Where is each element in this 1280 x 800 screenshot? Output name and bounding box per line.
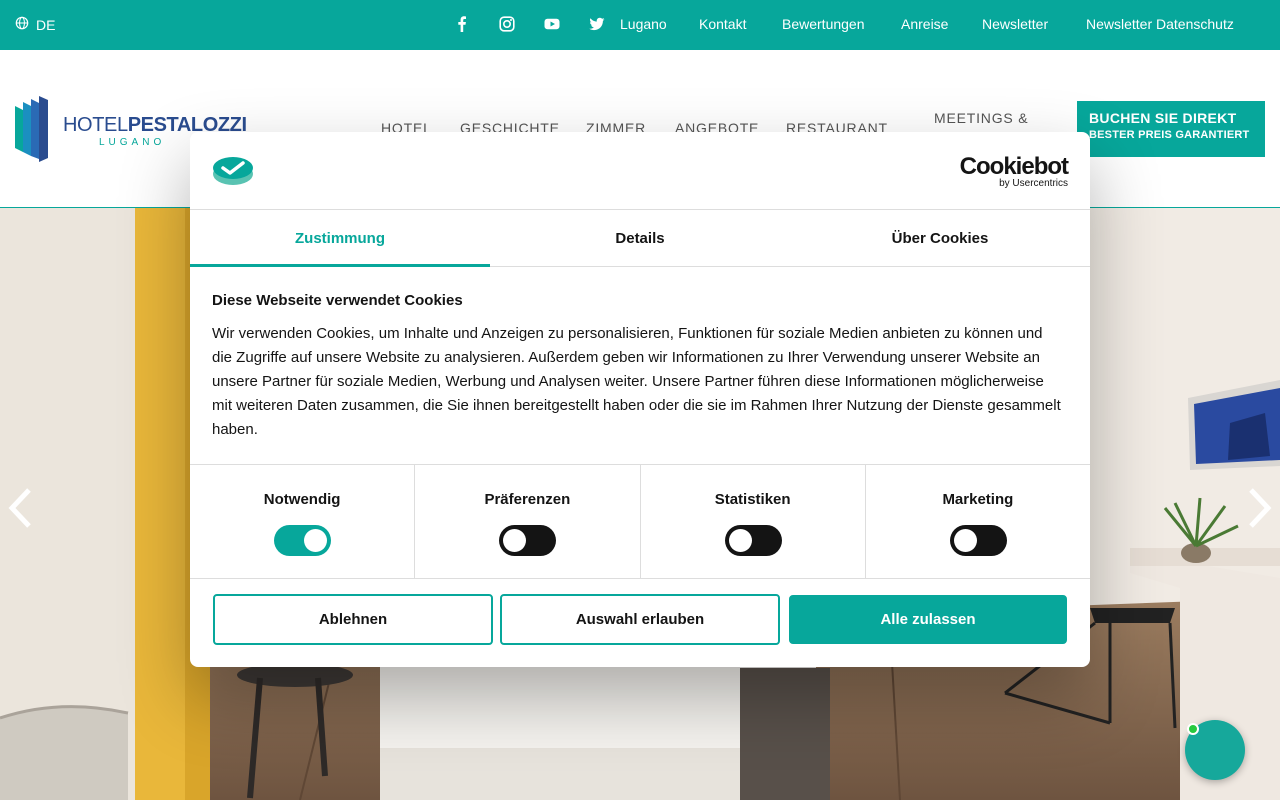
toplink-anreise[interactable]: Anreise	[901, 16, 948, 32]
category-label: Notwendig	[263, 491, 341, 508]
dialog-tabs: Zustimmung Details Über Cookies	[190, 210, 1090, 267]
toggle-knob	[304, 529, 328, 552]
twitter-icon[interactable]	[587, 14, 607, 34]
toggle-knob	[728, 529, 752, 552]
youtube-icon[interactable]	[542, 14, 562, 34]
tab-details[interactable]: Details	[490, 210, 790, 266]
site-cookie-logo	[213, 157, 253, 185]
category-praeferenzen: Präferenzen	[415, 465, 641, 578]
hotel-logo[interactable]: HOTELPESTALOZZI LUGANO	[15, 96, 247, 162]
globe-icon	[15, 16, 29, 33]
dialog-description: Wir verwenden Cookies, um Inhalte und An…	[212, 325, 1061, 438]
language-switcher[interactable]: DE	[15, 16, 55, 33]
deny-button[interactable]: Ablehnen	[213, 594, 493, 645]
cookie-consent-dialog: Cookiebot by Usercentrics Zustimmung Det…	[190, 132, 1090, 667]
cookie-categories: Notwendig Präferenzen Statistiken Market…	[190, 464, 1090, 579]
toggle-knob	[503, 529, 527, 552]
toplink-bewertungen[interactable]: Bewertungen	[782, 16, 865, 32]
logo-city: LUGANO	[99, 137, 166, 148]
dialog-header: Cookiebot by Usercentrics	[190, 132, 1090, 210]
nav-meetings[interactable]: MEETINGS &	[934, 110, 1028, 126]
allow-all-button[interactable]: Alle zulassen	[789, 595, 1067, 644]
book-button-label: BUCHEN SIE DIREKT	[1089, 110, 1237, 126]
logo-mark	[15, 96, 48, 162]
cookiebot-name: Cookiebot	[959, 153, 1069, 180]
chat-status-indicator	[1187, 723, 1199, 735]
tab-ueber-cookies[interactable]: Über Cookies	[790, 210, 1090, 266]
top-bar: DE Lugano Kontakt Bewertungen Anreise Ne…	[0, 0, 1280, 50]
toggle-marketing[interactable]	[949, 525, 1007, 556]
category-label: Marketing	[942, 491, 1014, 508]
dialog-body: Diese Webseite verwendet Cookies Wir ver…	[212, 292, 1062, 442]
book-direct-button[interactable]: BUCHEN SIE DIREKT BESTER PREIS GARANTIER…	[1077, 101, 1265, 157]
toplink-newsletter-datenschutz[interactable]: Newsletter Datenschutz	[1086, 16, 1234, 32]
allow-selection-button[interactable]: Auswahl erlauben	[500, 594, 780, 645]
category-marketing: Marketing	[866, 465, 1090, 578]
language-label: DE	[36, 16, 56, 33]
instagram-icon[interactable]	[497, 14, 517, 34]
category-notwendig: Notwendig	[190, 465, 416, 578]
dialog-title: Diese Webseite verwendet Cookies	[212, 292, 463, 309]
category-statistiken: Statistiken	[641, 465, 866, 578]
toggle-notwendig[interactable]	[274, 525, 332, 556]
toplink-newsletter[interactable]: Newsletter	[982, 16, 1048, 32]
cookiebot-brand[interactable]: Cookiebot by Usercentrics	[959, 153, 1069, 190]
toggle-knob	[953, 529, 977, 552]
chevron-right-icon	[1249, 488, 1272, 528]
tab-zustimmung[interactable]: Zustimmung	[190, 210, 490, 267]
toggle-praeferenzen[interactable]	[499, 525, 557, 556]
facebook-icon[interactable]	[452, 14, 472, 34]
hero-prev-button[interactable]	[0, 486, 40, 530]
category-label: Statistiken	[714, 491, 791, 508]
toplink-lugano[interactable]: Lugano	[620, 16, 667, 32]
toplink-kontakt[interactable]: Kontakt	[699, 16, 746, 32]
toggle-statistiken[interactable]	[724, 525, 782, 556]
hero-next-button[interactable]	[1240, 486, 1280, 530]
chevron-left-icon	[8, 488, 31, 528]
category-label: Präferenzen	[484, 491, 571, 508]
book-button-sublabel: BESTER PREIS GARANTIERT	[1089, 129, 1250, 141]
